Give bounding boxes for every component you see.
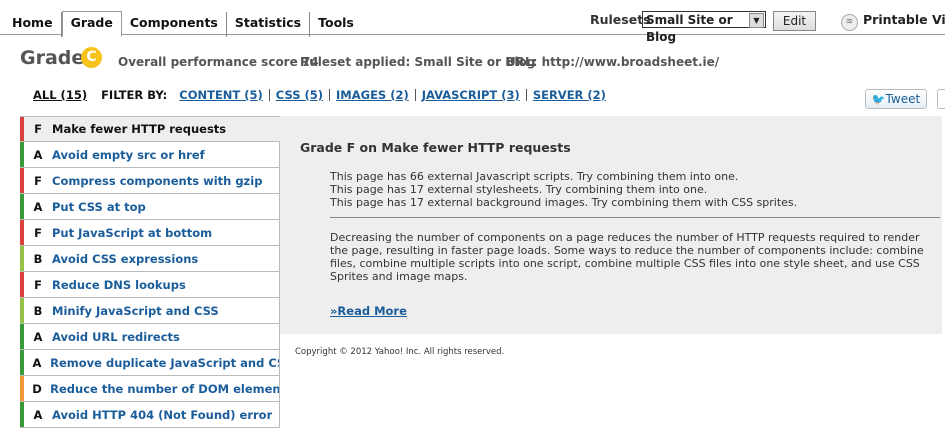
tab-home[interactable]: Home [4, 12, 62, 37]
top-nav: Home Grade Components Statistics Tools R… [0, 0, 945, 44]
page-title: Grade [20, 47, 85, 69]
ruleset-value: Small Site or Blog [646, 13, 733, 44]
rule-item[interactable]: A Avoid HTTP 404 (Not Found) error [20, 402, 280, 428]
printer-icon[interactable]: ≋ [841, 14, 858, 31]
rule-item[interactable]: A Remove duplicate JavaScript and CSS [20, 350, 280, 376]
rule-item[interactable]: B Avoid CSS expressions [20, 246, 280, 272]
rule-name-link[interactable]: Avoid URL redirects [52, 330, 180, 344]
filter-by-label: FILTER BY: [101, 88, 168, 102]
rule-grade: A [32, 355, 42, 370]
tab-grade[interactable]: Grade [61, 11, 122, 37]
divider [330, 217, 940, 218]
rule-name-link[interactable]: Avoid HTTP 404 (Not Found) error [52, 408, 272, 422]
ruleset-applied: Ruleset applied: Small Site or Blog [300, 55, 536, 69]
rule-grade: F [34, 277, 42, 292]
rule-item[interactable]: B Minify JavaScript and CSS [20, 298, 280, 324]
tab-components[interactable]: Components [122, 12, 227, 37]
rule-name-link[interactable]: Avoid CSS expressions [52, 252, 198, 266]
copyright-text: Copyright © 2012 Yahoo! Inc. All rights … [295, 347, 505, 357]
filter-server-link[interactable]: SERVER (2) [527, 89, 612, 101]
filter-images-link[interactable]: IMAGES (2) [330, 89, 416, 101]
rule-name-link[interactable]: Remove duplicate JavaScript and CSS [50, 356, 279, 370]
rule-detail-panel: Grade F on Make fewer HTTP requests This… [280, 116, 942, 334]
dropdown-arrow-icon[interactable]: ▼ [749, 13, 764, 28]
rule-list: F Make fewer HTTP requests A Avoid empty sr… [20, 116, 280, 428]
rule-item[interactable]: F Make fewer HTTP requests [20, 116, 280, 142]
rule-name-link[interactable]: Reduce the number of DOM elements [50, 382, 279, 396]
rule-name-link[interactable]: Minify JavaScript and CSS [52, 304, 219, 318]
filter-all-link[interactable]: ALL (15) [33, 88, 87, 102]
tab-statistics[interactable]: Statistics [227, 12, 311, 37]
rule-item[interactable]: F Compress components with gzip [20, 168, 280, 194]
rule-item[interactable]: A Avoid empty src or href [20, 142, 280, 168]
findings-list: This page has 66 external Javascript scr… [330, 170, 797, 209]
rule-grade: A [33, 407, 43, 422]
read-more-link[interactable]: »Read More [330, 304, 407, 318]
rule-grade: F [34, 225, 42, 240]
rule-grade: D [32, 381, 42, 396]
rule-item[interactable]: D Reduce the number of DOM elements [20, 376, 280, 402]
tweet-count-box [937, 89, 945, 109]
edit-button[interactable]: Edit [773, 11, 816, 31]
rule-grade: B [33, 251, 43, 266]
overall-score: Overall performance score 74 [118, 55, 319, 69]
printable-view-link[interactable]: Printable View [863, 12, 945, 27]
page-url: URL: http://www.broadsheet.ie/ [506, 55, 720, 69]
detail-heading: Grade F on Make fewer HTTP requests [300, 140, 571, 155]
rule-grade: A [33, 147, 43, 162]
rule-item[interactable]: F Reduce DNS lookups [20, 272, 280, 298]
rule-item[interactable]: A Put CSS at top [20, 194, 280, 220]
filter-content-link[interactable]: CONTENT (5) [179, 89, 270, 101]
rule-grade: B [33, 303, 43, 318]
filter-javascript-link[interactable]: JAVASCRIPT (3) [416, 89, 527, 101]
grade-badge: C [81, 47, 102, 68]
tab-bar: Home Grade Components Statistics Tools [4, 11, 362, 37]
finding-line: This page has 66 external Javascript scr… [330, 170, 739, 183]
rule-name-link[interactable]: Put JavaScript at bottom [52, 226, 212, 240]
rule-item[interactable]: F Put JavaScript at bottom [20, 220, 280, 246]
twitter-bird-icon: 🐦 [871, 93, 886, 106]
rule-name-link[interactable]: Compress components with gzip [52, 174, 262, 188]
finding-line: This page has 17 external background ima… [330, 196, 798, 209]
rule-grade: A [33, 329, 43, 344]
rule-name-link[interactable]: Make fewer HTTP requests [52, 122, 226, 136]
tab-tools[interactable]: Tools [310, 12, 362, 37]
tweet-label: Tweet [885, 92, 921, 106]
rule-item[interactable]: A Avoid URL redirects [20, 324, 280, 350]
tweet-button[interactable]: 🐦Tweet [865, 89, 927, 109]
filter-css-link[interactable]: CSS (5) [270, 89, 331, 101]
ruleset-select[interactable]: Small Site or Blog ▼ [642, 11, 766, 44]
rule-name-link[interactable]: Reduce DNS lookups [52, 278, 186, 292]
rule-description: Decreasing the number of components on a… [330, 231, 924, 283]
rule-name-link[interactable]: Put CSS at top [52, 200, 146, 214]
filter-bar: ALL (15) FILTER BY: CONTENT (5) CSS (5) … [33, 88, 612, 102]
finding-line: This page has 17 external stylesheets. T… [330, 183, 708, 196]
rule-name-link[interactable]: Avoid empty src or href [52, 148, 205, 162]
rule-grade: F [34, 122, 42, 136]
rule-grade: A [33, 199, 43, 214]
rule-grade: F [34, 173, 42, 188]
